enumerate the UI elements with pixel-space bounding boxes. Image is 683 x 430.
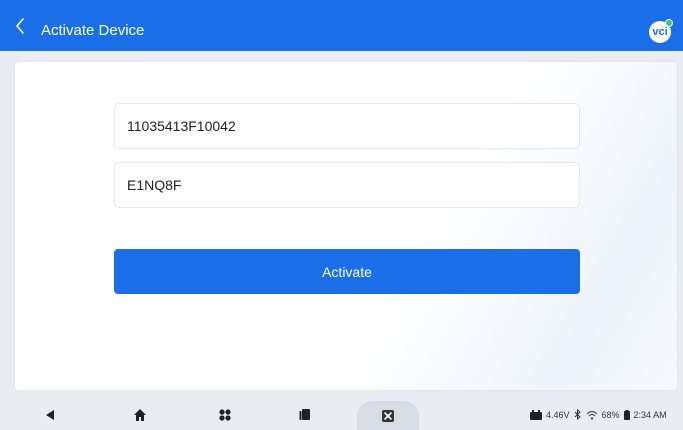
activation-code-input[interactable] bbox=[114, 162, 580, 208]
back-button[interactable] bbox=[10, 14, 30, 38]
triangle-back-icon bbox=[46, 409, 54, 420]
nav-diagnostic-tool-button[interactable] bbox=[357, 401, 419, 430]
battery-text: 68% bbox=[601, 409, 620, 420]
home-icon bbox=[134, 408, 146, 421]
vci-status-dot bbox=[665, 19, 673, 27]
vci-label: vci bbox=[652, 26, 668, 38]
clock-text: 2:34 AM bbox=[633, 409, 667, 420]
chevron-left-icon bbox=[16, 18, 24, 34]
diagnostic-tool-icon bbox=[382, 409, 394, 422]
recent-apps-icon bbox=[299, 408, 310, 420]
wifi-icon bbox=[586, 410, 597, 420]
app-header: Activate Device vci bbox=[0, 0, 683, 51]
voltage-text: 4.46V bbox=[546, 409, 570, 420]
nav-back-button[interactable] bbox=[40, 399, 60, 430]
apps-icon bbox=[219, 408, 231, 421]
system-nav-bar: 4.46V 68% 2:34 AM bbox=[0, 399, 683, 430]
vci-connection-button[interactable]: vci bbox=[649, 19, 673, 43]
serial-number-input[interactable] bbox=[114, 103, 580, 149]
activate-button[interactable]: Activate bbox=[114, 249, 580, 294]
status-bar: 4.46V 68% 2:34 AM bbox=[530, 399, 667, 430]
car-battery-icon bbox=[530, 409, 542, 420]
nav-apps-button[interactable] bbox=[214, 399, 236, 430]
page-title: Activate Device bbox=[41, 22, 145, 39]
battery-icon bbox=[623, 409, 630, 420]
nav-recent-button[interactable] bbox=[294, 399, 316, 430]
nav-home-button[interactable] bbox=[129, 399, 151, 430]
bluetooth-icon bbox=[574, 409, 581, 420]
